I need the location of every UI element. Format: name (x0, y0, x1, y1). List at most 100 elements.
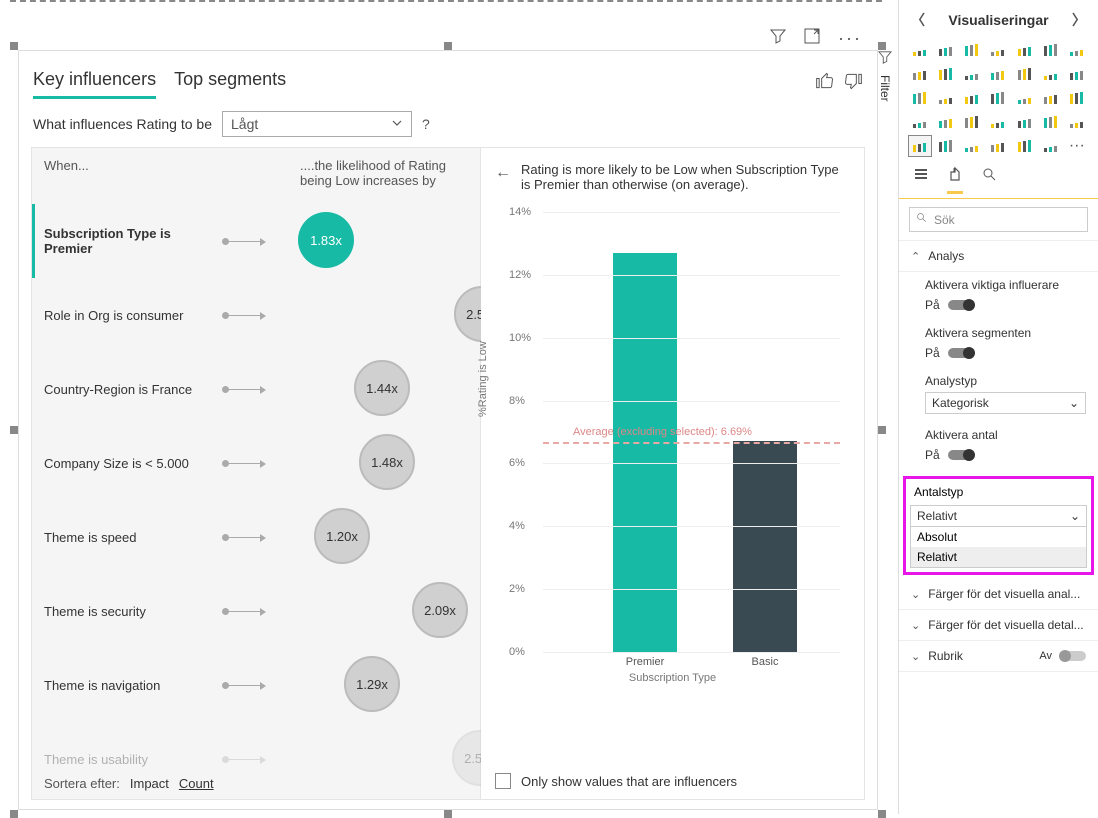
key-influencers-visual[interactable]: Key influencers Top segments What influe… (18, 50, 878, 810)
viz-type-icon[interactable] (935, 88, 957, 108)
viz-type-icon[interactable] (987, 64, 1009, 84)
bar-basic[interactable] (733, 441, 797, 652)
thumbs-down-icon[interactable] (843, 71, 863, 96)
viz-type-icon[interactable] (1014, 88, 1036, 108)
viz-type-icon[interactable]: ··· (1066, 136, 1088, 156)
viz-type-icon[interactable] (987, 136, 1009, 156)
viz-type-icon[interactable] (1040, 112, 1062, 132)
viz-type-icon[interactable] (935, 40, 957, 60)
viz-type-icon[interactable] (1014, 112, 1036, 132)
enable-count-toggle[interactable]: På (925, 448, 1086, 462)
y-tick: 10% (509, 332, 531, 344)
rubrik-toggle[interactable]: Av (1039, 650, 1086, 662)
viz-type-icon[interactable] (1040, 40, 1062, 60)
collapse-left-icon[interactable]: 〈 (911, 10, 925, 30)
influencer-label: Theme is security (44, 604, 224, 619)
analytics-tab-icon[interactable] (981, 166, 997, 194)
influencer-row[interactable]: Theme is security 2.09x (44, 574, 480, 648)
analys-section-header[interactable]: ⌃Analys (899, 241, 1098, 272)
colors-analysis-header[interactable]: ⌄ Färger för det visuella anal... (899, 579, 1098, 610)
chevron-down-icon (391, 116, 403, 132)
viz-type-icon[interactable] (909, 112, 931, 132)
rating-value-dropdown[interactable]: Lågt (222, 111, 412, 137)
tab-top-segments[interactable]: Top segments (174, 69, 286, 99)
chart-title: Rating is more likely to be Low when Sub… (521, 162, 850, 192)
viz-type-icon[interactable] (935, 64, 957, 84)
focus-mode-icon[interactable] (804, 28, 820, 49)
antalstyp-select[interactable]: Relativt⌄ (910, 505, 1087, 527)
viz-type-icon[interactable] (961, 136, 983, 156)
influencer-bubble[interactable]: 1.29x (344, 656, 400, 712)
viz-type-icon[interactable] (909, 64, 931, 84)
filter-pane-tab[interactable]: Filter (878, 50, 900, 107)
back-arrow-icon[interactable]: ← (495, 164, 511, 182)
collapsed1-label: Färger för det visuella anal... (928, 587, 1080, 601)
viz-type-icon[interactable] (909, 40, 931, 60)
filter-label: Filter (878, 75, 892, 102)
chevron-down-icon: ⌄ (911, 619, 920, 632)
bar-premier[interactable] (613, 253, 677, 652)
search-input[interactable]: Sök (909, 207, 1088, 232)
thumbs-up-icon[interactable] (815, 71, 835, 96)
viz-type-icon[interactable] (935, 112, 957, 132)
viz-type-icon[interactable] (1014, 64, 1036, 84)
viz-type-icon[interactable] (1014, 40, 1036, 60)
influencer-bubble[interactable]: 1.83x (298, 212, 354, 268)
influencer-row[interactable]: Theme is navigation1.29x (44, 648, 480, 722)
influencer-row[interactable]: Subscription Type is Premier 1.83x (32, 204, 480, 278)
viz-type-icon[interactable] (961, 64, 983, 84)
viz-type-icon[interactable] (961, 112, 983, 132)
y-tick: 14% (509, 206, 531, 218)
influencer-bubble[interactable]: 1.44x (354, 360, 410, 416)
help-icon[interactable]: ? (422, 116, 430, 132)
viz-type-icon[interactable] (987, 112, 1009, 132)
viz-type-icon[interactable] (1066, 112, 1088, 132)
viz-type-icon[interactable] (1066, 40, 1088, 60)
viz-type-icon[interactable] (935, 136, 957, 156)
funnel-icon (878, 50, 900, 69)
influencer-label: Subscription Type is Premier (44, 226, 224, 256)
fields-tab-icon[interactable] (913, 166, 929, 194)
enable-seg-toggle[interactable]: På (925, 346, 1086, 360)
viz-type-icon[interactable] (1040, 88, 1062, 108)
dropdown-value: Lågt (231, 116, 258, 132)
x-tick-premier: Premier (626, 656, 665, 668)
viz-type-icon[interactable] (1014, 136, 1036, 156)
chevron-down-icon: ⌄ (911, 588, 920, 601)
influencer-row[interactable]: Company Size is < 5.0001.48x (44, 426, 480, 500)
format-tab-icon[interactable] (947, 166, 963, 194)
visualizations-pane: 〈 Visualiseringar 〉 ··· Sök ⌃Analys Akti… (898, 0, 1098, 814)
arrow-line (224, 315, 264, 316)
filter-icon[interactable] (770, 28, 786, 49)
option-relativt[interactable]: Relativt (911, 547, 1086, 567)
influencer-row[interactable]: Theme is speed1.20x (44, 500, 480, 574)
y-tick: 8% (509, 395, 525, 407)
option-absolut[interactable]: Absolut (911, 527, 1086, 547)
influencer-row[interactable]: Country-Region is France1.44x (44, 352, 480, 426)
influencer-bubble[interactable]: 2.09x (412, 582, 468, 638)
rubrik-header[interactable]: ⌄Rubrik Av (899, 641, 1098, 672)
arrow-line (224, 241, 264, 242)
viz-type-icon[interactable] (1040, 64, 1062, 84)
influencer-bubble[interactable]: 1.48x (359, 434, 415, 490)
only-influencers-checkbox[interactable] (495, 773, 511, 789)
viz-type-icon[interactable] (987, 40, 1009, 60)
influencer-bubble[interactable]: 1.20x (314, 508, 370, 564)
viz-type-icon[interactable] (961, 88, 983, 108)
analystyp-select[interactable]: Kategorisk⌄ (925, 392, 1086, 414)
viz-type-icon[interactable] (909, 88, 931, 108)
collapse-right-icon[interactable]: 〉 (1072, 10, 1086, 30)
sort-count[interactable]: Count (179, 776, 214, 791)
viz-type-icon[interactable] (1040, 136, 1062, 156)
colors-detail-header[interactable]: ⌄Färger för det visuella detal... (899, 610, 1098, 641)
influencer-row[interactable]: Role in Org is consumer2.57x (44, 278, 480, 352)
viz-type-icon[interactable] (1066, 64, 1088, 84)
viz-type-icon[interactable] (961, 40, 983, 60)
viz-type-icon[interactable] (987, 88, 1009, 108)
more-options-icon[interactable]: ··· (838, 28, 862, 49)
viz-type-icon[interactable] (1066, 88, 1088, 108)
enable-ki-toggle[interactable]: På (925, 298, 1086, 312)
tab-key-influencers[interactable]: Key influencers (33, 69, 156, 99)
sort-impact[interactable]: Impact (130, 776, 169, 791)
viz-type-icon[interactable] (909, 136, 931, 156)
